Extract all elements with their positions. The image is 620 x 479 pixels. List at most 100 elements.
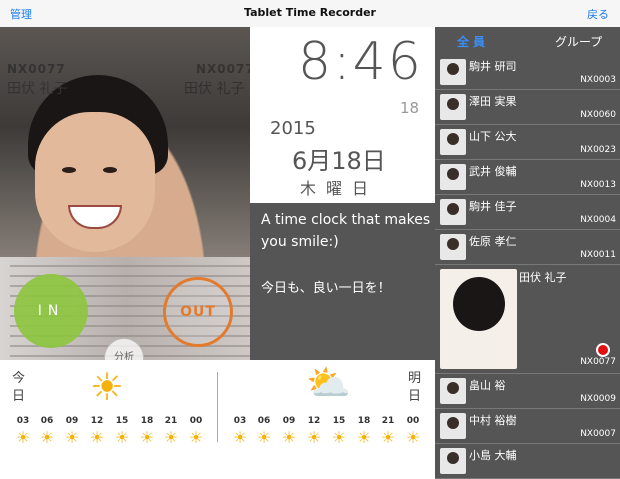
camera-employee-name-mirror: 田伏 礼子: [184, 81, 245, 97]
avatar: [440, 94, 466, 120]
hour-tomorrow-06: 06: [257, 416, 271, 426]
camera-employee-id-mirror: NX0077: [196, 62, 250, 76]
hour-tomorrow-15: 15: [332, 416, 346, 426]
face-shape: [35, 112, 155, 252]
employee-id: NX0023: [580, 145, 616, 155]
hour-today-15: 15: [115, 416, 129, 426]
current-year: 2015: [270, 118, 316, 139]
sidebar-tabs: 全員 グループ: [435, 27, 620, 55]
avatar: [440, 269, 517, 369]
app-title: Tablet Time Recorder: [244, 6, 376, 19]
status-indicator-icon: [596, 343, 610, 357]
employee-id: NX0077: [580, 357, 616, 367]
tomorrow-label: 明日: [408, 370, 422, 406]
employee-row[interactable]: 小島 大輔: [435, 444, 620, 479]
tab-groups[interactable]: グループ: [555, 33, 602, 50]
current-weekday: 木曜日: [300, 179, 379, 198]
clock-in-button[interactable]: IN: [14, 274, 88, 348]
hour-today-06: 06: [40, 416, 54, 426]
avatar: [440, 164, 466, 190]
avatar: [440, 59, 466, 85]
avatar: [440, 199, 466, 225]
partly-cloudy-icon: ⛅: [306, 363, 351, 404]
employee-row[interactable]: 山下 公大 NX0023: [435, 125, 620, 160]
sun-icon: ☀: [306, 428, 322, 447]
sun-icon: ☀: [114, 428, 130, 447]
weather-divider: [217, 372, 218, 442]
sun-icon: ☀: [139, 428, 155, 447]
employee-id: NX0013: [580, 180, 616, 190]
sun-icon: ☀: [188, 428, 204, 447]
employee-id: NX0007: [580, 429, 616, 439]
sun-icon: ☀: [232, 428, 248, 447]
employee-name: 山下 公大: [469, 130, 517, 143]
employee-name: 田伏 礼子: [519, 271, 567, 284]
sun-icon: ☀: [405, 428, 421, 447]
employee-name: 武井 俊輔: [469, 165, 517, 178]
clock-panel: 8:46 18 2015 6月18日 木曜日: [250, 27, 435, 203]
employee-name: 澤田 実果: [469, 95, 517, 108]
camera-preview: NX0077 田伏 礼子 NX0077 田伏 礼子 IN OUT 分析: [0, 27, 250, 360]
hour-today-12: 12: [90, 416, 104, 426]
hour-today-21: 21: [164, 416, 178, 426]
camera-employee-id: NX0077: [7, 62, 66, 76]
avatar: [440, 129, 466, 155]
hour-today-03: 03: [16, 416, 30, 426]
sun-icon: ☀: [15, 428, 31, 447]
weather-forecast: 今日 ☀ ⛅ 明日 03 06 09 12 15 18 21 00 ☀ ☀ ☀ …: [0, 360, 435, 453]
employee-row[interactable]: 駒井 佳子 NX0004: [435, 195, 620, 230]
employee-row[interactable]: 澤田 実果 NX0060: [435, 90, 620, 125]
employee-id: NX0060: [580, 110, 616, 120]
greeting-message: 今日も、良い一日を！: [261, 281, 391, 296]
today-label-text: 今日: [12, 371, 26, 404]
today-label: 今日: [12, 370, 26, 406]
clock-out-button[interactable]: OUT: [163, 277, 233, 347]
sun-icon: ☀: [163, 428, 179, 447]
top-navigation-bar: 管理 Tablet Time Recorder 戻る: [0, 0, 620, 28]
avatar: [440, 234, 466, 260]
employee-sidebar: 全員 グループ 駒井 研司 NX0003 澤田 実果 NX0060 山下 公大 …: [435, 27, 620, 479]
sun-icon: ☀: [256, 428, 272, 447]
tagline-message: A time clock that makes you smile:): [261, 212, 431, 250]
employee-row[interactable]: 駒井 研司 NX0003: [435, 55, 620, 90]
hour-today-18: 18: [140, 416, 154, 426]
employee-id: NX0003: [580, 75, 616, 85]
hour-today-09: 09: [65, 416, 79, 426]
employee-list: 駒井 研司 NX0003 澤田 実果 NX0060 山下 公大 NX0023 武…: [435, 55, 620, 479]
employee-id: NX0009: [580, 394, 616, 404]
sun-icon: ☀: [90, 365, 125, 409]
sun-icon: ☀: [331, 428, 347, 447]
hour-tomorrow-00: 00: [406, 416, 420, 426]
sun-icon: ☀: [281, 428, 297, 447]
employee-id: NX0011: [580, 250, 616, 260]
sun-icon: ☀: [89, 428, 105, 447]
eye-right: [103, 167, 117, 173]
employee-name: 駒井 研司: [469, 60, 517, 73]
hour-tomorrow-21: 21: [381, 416, 395, 426]
current-date: 6月18日: [292, 147, 386, 175]
tomorrow-label-text: 明日: [408, 371, 422, 404]
employee-name: 小島 大輔: [469, 449, 517, 462]
sun-icon: ☀: [39, 428, 55, 447]
back-button[interactable]: 戻る: [587, 6, 609, 22]
eye-left: [62, 167, 76, 173]
employee-row-selected[interactable]: 田伏 礼子 NX0077: [435, 265, 620, 374]
hour-tomorrow-03: 03: [233, 416, 247, 426]
employee-row[interactable]: 畠山 裕 NX0009: [435, 374, 620, 409]
employee-row[interactable]: 中村 裕樹 NX0007: [435, 409, 620, 444]
employee-row[interactable]: 武井 俊輔 NX0013: [435, 160, 620, 195]
message-panel: A time clock that makes you smile:) 今日も、…: [250, 203, 435, 360]
employee-row[interactable]: 佐原 孝仁 NX0011: [435, 230, 620, 265]
hour-tomorrow-18: 18: [357, 416, 371, 426]
hour-tomorrow-09: 09: [282, 416, 296, 426]
avatar: [440, 448, 466, 474]
sun-icon: ☀: [356, 428, 372, 447]
employee-id: NX0004: [580, 215, 616, 225]
camera-employee-name: 田伏 礼子: [7, 81, 68, 97]
avatar: [440, 413, 466, 439]
current-seconds: 18: [400, 99, 420, 117]
employee-name: 駒井 佳子: [469, 200, 517, 213]
sun-icon: ☀: [64, 428, 80, 447]
tab-all-employees[interactable]: 全員: [457, 33, 489, 50]
employee-name: 佐原 孝仁: [469, 235, 517, 248]
